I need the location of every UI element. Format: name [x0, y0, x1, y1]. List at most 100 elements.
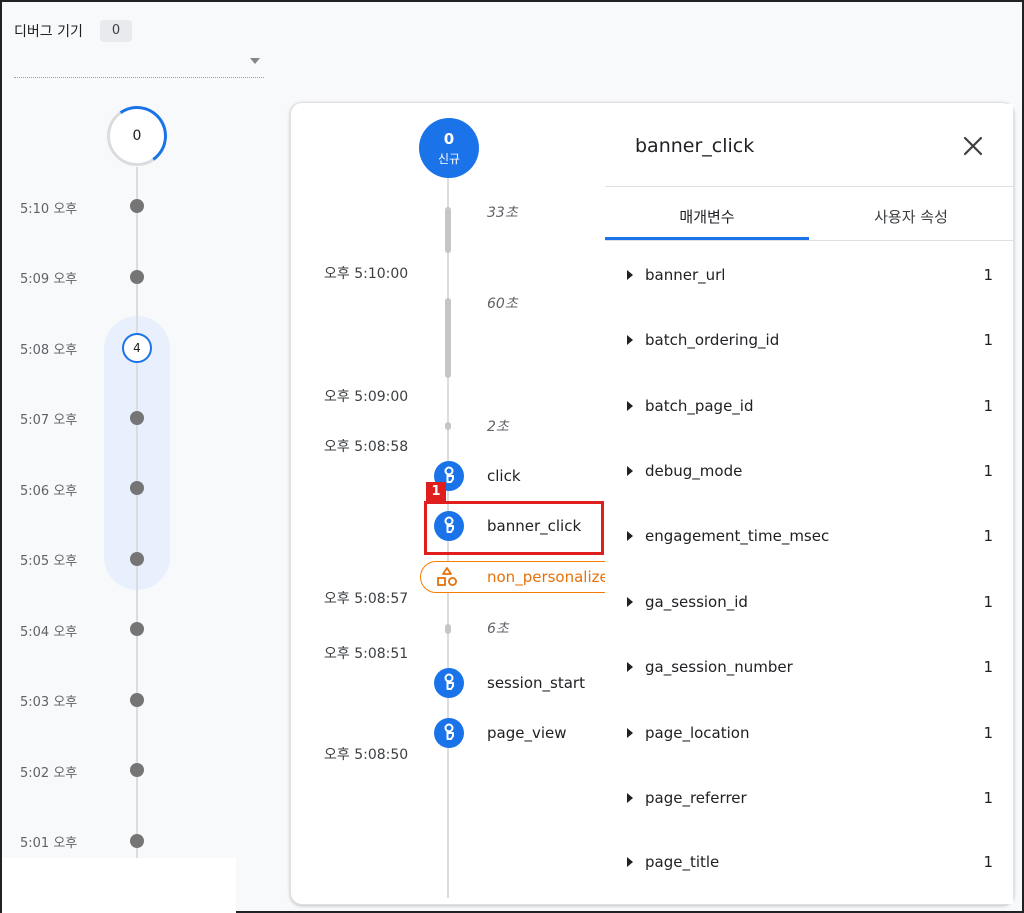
param-name: batch_page_id [645, 397, 754, 415]
minute-dot[interactable] [130, 552, 144, 566]
minute-label: 5:08 오후 [20, 343, 78, 358]
param-count: 1 [983, 724, 993, 742]
minute-label: 5:03 오후 [20, 695, 78, 710]
event-item-session-start[interactable]: session_start [487, 674, 585, 692]
minute-label: 5:09 오후 [20, 272, 78, 287]
minute-label: 5:01 오후 [20, 836, 78, 851]
gap-segment [445, 207, 451, 253]
detail-header-divider [605, 186, 1013, 187]
param-row[interactable]: page_referrer 1 [605, 784, 1013, 814]
event-detail-panel: banner_click 매개변수 사용자 속성 banner_url 1 ba… [605, 104, 1013, 904]
param-count: 1 [983, 658, 993, 676]
param-name: debug_mode [645, 462, 743, 480]
timestamp-label: 오후 5:10:00 [324, 266, 409, 282]
param-name: batch_ordering_id [645, 331, 780, 349]
minute-label: 5:05 오후 [20, 554, 78, 569]
expand-arrow-icon [627, 466, 633, 476]
param-count: 1 [983, 789, 993, 807]
annotation-number-badge: 1 [426, 482, 446, 502]
param-count: 1 [983, 266, 993, 284]
shapes-warning-icon [435, 566, 459, 592]
event-item-non-personalized-ads[interactable]: non_personalized_ads [420, 561, 620, 593]
debug-device-dropdown[interactable] [14, 54, 264, 78]
minute-dot[interactable] [130, 834, 144, 848]
minute-dot[interactable] [130, 481, 144, 495]
timestamp-label: 오후 5:08:58 [324, 439, 409, 455]
gap-duration-label: 33초 [487, 205, 518, 221]
event-item-click[interactable]: click [487, 467, 521, 485]
seconds-top-counter: 0 신규 [419, 118, 479, 178]
minute-label: 5:07 오후 [20, 413, 78, 428]
expand-arrow-icon [627, 401, 633, 411]
seconds-top-count: 0 [443, 130, 455, 148]
minute-dot[interactable] [130, 693, 144, 707]
expand-arrow-icon [627, 270, 633, 280]
param-name: banner_url [645, 266, 726, 284]
debug-device-count-badge: 0 [100, 20, 132, 42]
param-row[interactable]: banner_url 1 [605, 261, 1013, 291]
minute-label: 5:02 오후 [20, 766, 78, 781]
param-name: page_referrer [645, 789, 747, 807]
gap-segment [445, 422, 451, 430]
event-label-non-personalized-ads: non_personalized_ads [487, 568, 619, 586]
expand-arrow-icon [627, 728, 633, 738]
close-icon[interactable] [961, 134, 985, 158]
minute-label: 5:04 오후 [20, 625, 78, 640]
tab-parameters[interactable]: 매개변수 [605, 206, 809, 227]
gap-segment [445, 298, 451, 378]
param-row[interactable]: engagement_time_msec 1 [605, 522, 1013, 552]
tab-user-properties[interactable]: 사용자 속성 [809, 206, 1013, 227]
detail-title: banner_click [635, 135, 755, 157]
param-name: ga_session_number [645, 658, 793, 676]
timestamp-label: 오후 5:08:51 [324, 646, 409, 662]
timestamp-label: 오후 5:09:00 [324, 389, 409, 405]
gap-duration-label: 60초 [487, 296, 518, 312]
gap-duration-label: 2초 [487, 419, 509, 435]
seconds-top-label: 신규 [437, 152, 461, 166]
expand-arrow-icon [627, 531, 633, 541]
annotation-highlight-box [424, 501, 604, 555]
minute-dot[interactable] [130, 411, 144, 425]
touch-icon[interactable] [434, 718, 464, 748]
debug-device-label: 디버그 기기 [14, 24, 83, 40]
param-row[interactable]: batch_page_id 1 [605, 392, 1013, 422]
dropdown-arrow-icon [250, 58, 260, 64]
param-row[interactable]: debug_mode 1 [605, 457, 1013, 487]
minutes-bottom-fade [2, 858, 236, 913]
param-count: 1 [983, 853, 993, 871]
param-row[interactable]: ga_session_id 1 [605, 588, 1013, 618]
param-count: 1 [983, 593, 993, 611]
minute-active-counter[interactable]: 4 [122, 333, 152, 363]
minute-label: 5:10 오후 [20, 202, 78, 217]
param-name: page_location [645, 724, 750, 742]
param-count: 1 [983, 331, 993, 349]
timestamp-label: 오후 5:08:50 [324, 747, 409, 763]
timestamp-label: 오후 5:08:57 [324, 591, 409, 607]
param-row[interactable]: page_location 1 [605, 719, 1013, 749]
tab-divider [605, 240, 1013, 241]
param-count: 1 [983, 527, 993, 545]
expand-arrow-icon [627, 857, 633, 867]
minute-dot[interactable] [130, 622, 144, 636]
param-name: engagement_time_msec [645, 527, 830, 545]
param-row[interactable]: batch_ordering_id 1 [605, 326, 1013, 356]
param-count: 1 [983, 462, 993, 480]
minute-dot[interactable] [130, 270, 144, 284]
param-row[interactable]: ga_session_number 1 [605, 653, 1013, 683]
minute-label: 5:06 오후 [20, 484, 78, 499]
gap-segment [445, 624, 451, 634]
gap-duration-label: 6초 [487, 621, 509, 637]
expand-arrow-icon [627, 597, 633, 607]
expand-arrow-icon [627, 662, 633, 672]
param-row[interactable]: page_title 1 [605, 848, 1013, 878]
touch-icon[interactable] [434, 668, 464, 698]
minute-dot[interactable] [130, 199, 144, 213]
param-name: page_title [645, 853, 720, 871]
expand-arrow-icon [627, 335, 633, 345]
param-name: ga_session_id [645, 593, 748, 611]
minute-dot[interactable] [130, 763, 144, 777]
expand-arrow-icon [627, 793, 633, 803]
minutes-top-progress-arc [102, 101, 172, 171]
param-count: 1 [983, 397, 993, 415]
event-item-page-view[interactable]: page_view [487, 724, 567, 742]
